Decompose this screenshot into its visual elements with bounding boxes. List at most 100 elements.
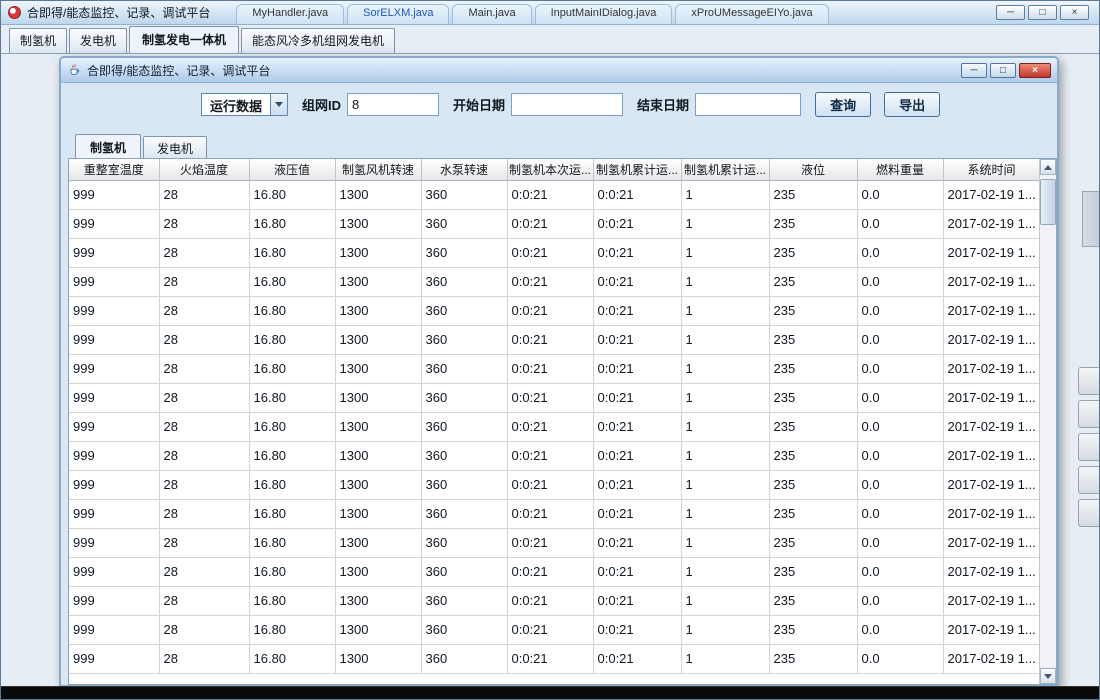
table-cell: 16.80 xyxy=(249,644,335,673)
table-cell: 1 xyxy=(681,209,769,238)
main-tab[interactable]: 发电机 xyxy=(69,28,127,53)
main-tab[interactable]: 制氢发电一体机 xyxy=(129,26,239,53)
table-row[interactable]: 9992816.8013003600:0:210:0:2112350.02017… xyxy=(69,180,1039,209)
table-row[interactable]: 9992816.8013003600:0:210:0:2112350.02017… xyxy=(69,586,1039,615)
background-button[interactable] xyxy=(1078,466,1100,494)
table-cell: 0:0:21 xyxy=(593,528,681,557)
ide-tab[interactable]: SorELXM.java xyxy=(347,4,449,24)
table-row[interactable]: 9992816.8013003600:0:210:0:2112350.02017… xyxy=(69,325,1039,354)
table-cell: 2017-02-19 1... xyxy=(943,383,1039,412)
table-cell: 0:0:21 xyxy=(507,499,593,528)
export-button[interactable]: 导出 xyxy=(884,92,940,117)
column-header[interactable]: 重整室温度 xyxy=(69,159,159,180)
vertical-scrollbar[interactable] xyxy=(1039,159,1056,684)
column-header[interactable]: 制氢机本次运... xyxy=(507,159,593,180)
table-cell: 360 xyxy=(421,383,507,412)
scroll-thumb[interactable] xyxy=(1040,179,1056,225)
close-button[interactable]: × xyxy=(1060,5,1089,20)
column-header[interactable]: 制氢机累计运... xyxy=(593,159,681,180)
table-cell: 0:0:21 xyxy=(507,383,593,412)
minimize-button[interactable]: ─ xyxy=(996,5,1025,20)
table-row[interactable]: 9992816.8013003600:0:210:0:2112350.02017… xyxy=(69,412,1039,441)
table-cell: 16.80 xyxy=(249,325,335,354)
column-header[interactable]: 制氢机累计运... xyxy=(681,159,769,180)
query-button[interactable]: 查询 xyxy=(815,92,871,117)
table-row[interactable]: 9992816.8013003600:0:210:0:2112350.02017… xyxy=(69,441,1039,470)
table-cell: 235 xyxy=(769,470,857,499)
table-row[interactable]: 9992816.8013003600:0:210:0:2112350.02017… xyxy=(69,615,1039,644)
table-cell: 1 xyxy=(681,180,769,209)
table-cell: 0:0:21 xyxy=(507,296,593,325)
dialog-close-button[interactable]: × xyxy=(1019,63,1051,78)
table-cell: 0:0:21 xyxy=(507,238,593,267)
background-button[interactable] xyxy=(1078,499,1100,527)
dialog-minimize-button[interactable]: ─ xyxy=(961,63,987,78)
dialog-maximize-button[interactable]: □ xyxy=(990,63,1016,78)
table-cell: 0.0 xyxy=(857,296,943,325)
table-row[interactable]: 9992816.8013003600:0:210:0:2112350.02017… xyxy=(69,209,1039,238)
background-button[interactable] xyxy=(1078,400,1100,428)
ide-tab[interactable]: InputMainIDialog.java xyxy=(535,4,673,24)
table-row[interactable]: 9992816.8013003600:0:210:0:2112350.02017… xyxy=(69,296,1039,325)
app-icon xyxy=(8,6,21,19)
ide-tab[interactable]: MyHandler.java xyxy=(236,4,344,24)
table-row[interactable]: 9992816.8013003600:0:210:0:2112350.02017… xyxy=(69,644,1039,673)
table-cell: 999 xyxy=(69,296,159,325)
table-cell: 360 xyxy=(421,644,507,673)
table-row[interactable]: 9992816.8013003600:0:210:0:2112350.02017… xyxy=(69,470,1039,499)
maximize-button[interactable]: □ xyxy=(1028,5,1057,20)
table-cell: 28 xyxy=(159,470,249,499)
table-cell: 235 xyxy=(769,441,857,470)
table-row[interactable]: 9992816.8013003600:0:210:0:2112350.02017… xyxy=(69,238,1039,267)
end-date-input[interactable] xyxy=(695,93,801,116)
table-row[interactable]: 9992816.8013003600:0:210:0:2112350.02017… xyxy=(69,267,1039,296)
table-cell: 2017-02-19 1... xyxy=(943,586,1039,615)
table-row[interactable]: 9992816.8013003600:0:210:0:2112350.02017… xyxy=(69,499,1039,528)
table-cell: 360 xyxy=(421,325,507,354)
scroll-down-button[interactable] xyxy=(1040,668,1056,684)
java-icon xyxy=(67,63,81,77)
table-cell: 999 xyxy=(69,441,159,470)
background-button[interactable] xyxy=(1078,433,1100,461)
table-row[interactable]: 9992816.8013003600:0:210:0:2112350.02017… xyxy=(69,528,1039,557)
main-tab[interactable]: 能态风冷多机组网发电机 xyxy=(241,28,395,53)
table-cell: 0:0:21 xyxy=(507,644,593,673)
table-cell: 16.80 xyxy=(249,499,335,528)
table-cell: 1300 xyxy=(335,557,421,586)
main-tab[interactable]: 制氢机 xyxy=(9,28,67,53)
table-row[interactable]: 9992816.8013003600:0:210:0:2112350.02017… xyxy=(69,383,1039,412)
table-cell: 2017-02-19 1... xyxy=(943,238,1039,267)
column-header[interactable]: 液压值 xyxy=(249,159,335,180)
table-row[interactable]: 9992816.8013003600:0:210:0:2112350.02017… xyxy=(69,354,1039,383)
data-type-select[interactable]: 运行数据 xyxy=(201,93,288,116)
ide-tab[interactable]: xProUMessageEIYo.java xyxy=(675,4,828,24)
dialog-tab[interactable]: 制氢机 xyxy=(75,134,141,161)
table-cell: 235 xyxy=(769,180,857,209)
group-id-input[interactable] xyxy=(347,93,439,116)
table-cell: 16.80 xyxy=(249,238,335,267)
background-scrollbar[interactable] xyxy=(1082,191,1100,247)
table-cell: 999 xyxy=(69,412,159,441)
column-header[interactable]: 液位 xyxy=(769,159,857,180)
desktop: 合即得/能态监控、记录、调试平台 MyHandler.javaSorELXM.j… xyxy=(0,0,1100,700)
table-cell: 0.0 xyxy=(857,325,943,354)
column-header[interactable]: 火焰温度 xyxy=(159,159,249,180)
start-date-input[interactable] xyxy=(511,93,623,116)
table-row[interactable]: 9992816.8013003600:0:210:0:2112350.02017… xyxy=(69,557,1039,586)
dialog-tabbar: 制氢机发电机 xyxy=(75,134,209,161)
column-header[interactable]: 系统时间 xyxy=(943,159,1039,180)
background-button[interactable] xyxy=(1078,367,1100,395)
table-cell: 0:0:21 xyxy=(593,238,681,267)
table-cell: 360 xyxy=(421,615,507,644)
table-cell: 360 xyxy=(421,499,507,528)
table-cell: 0:0:21 xyxy=(507,267,593,296)
table-cell: 235 xyxy=(769,354,857,383)
column-header[interactable]: 水泵转速 xyxy=(421,159,507,180)
ide-tab[interactable]: Main.java xyxy=(452,4,531,24)
scroll-up-button[interactable] xyxy=(1040,159,1056,175)
table-cell: 2017-02-19 1... xyxy=(943,412,1039,441)
table-cell: 16.80 xyxy=(249,557,335,586)
table-cell: 0:0:21 xyxy=(593,470,681,499)
column-header[interactable]: 制氢风机转速 xyxy=(335,159,421,180)
column-header[interactable]: 燃料重量 xyxy=(857,159,943,180)
